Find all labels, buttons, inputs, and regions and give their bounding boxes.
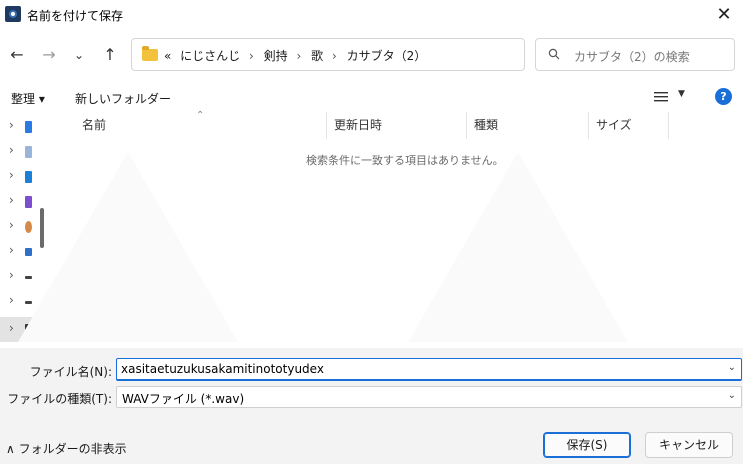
hide-folders-button[interactable]: ∧ フォルダーの非表示 [6,440,127,457]
file-list[interactable]: 名前 ⌃ 更新日時 種類 サイズ 検索条件に一致する項目はありません。 [18,110,743,348]
breadcrumb-separator[interactable]: › [297,49,302,63]
address-bar[interactable]: « にじさんじ › 剣持 › 歌 › カサブタ（2） ⌄ ↻ [131,38,640,72]
breadcrumb-item[interactable]: カサブタ（2） [347,49,427,63]
sort-ascending-icon: ⌃ [196,110,205,121]
folder-icon [142,46,158,61]
recent-locations-button[interactable]: ⌄ [67,44,91,66]
organize-button[interactable]: 整理 ▾ [11,90,45,107]
breadcrumb-overflow[interactable]: « [164,49,171,63]
filetype-select[interactable]: WAVファイル (*.wav) ⌄ [116,386,742,408]
chevron-right-icon[interactable]: › [9,268,14,282]
empty-list-message: 検索条件に一致する項目はありません。 [306,154,504,167]
search-placeholder: カサブタ（2）の検索 [574,50,690,64]
column-header-type[interactable]: 種類 [466,112,588,139]
filetype-value: WAVファイル (*.wav) [122,392,245,406]
forward-button[interactable]: → [37,44,61,66]
up-button[interactable]: ↑ [98,44,122,66]
breadcrumb: « にじさんじ › 剣持 › 歌 › カサブタ（2） [164,47,431,64]
breadcrumb-separator[interactable]: › [249,49,254,63]
close-button[interactable]: ✕ [709,2,739,28]
breadcrumb-separator[interactable]: › [332,49,337,63]
filename-input[interactable] [117,359,707,379]
view-list-icon[interactable] [654,91,668,103]
chevron-right-icon[interactable]: › [9,218,14,232]
background-watermark [408,152,628,342]
column-header-modified[interactable]: 更新日時 [326,112,466,139]
title-bar: 名前を付けて保存 ✕ [0,0,743,30]
filetype-label: ファイルの種類(T): [7,392,112,406]
new-folder-button[interactable]: 新しいフォルダー [75,90,171,107]
breadcrumb-item[interactable]: 剣持 [264,49,288,63]
view-options-caret-icon[interactable]: ▼ [678,89,685,99]
chevron-down-icon[interactable]: ⌄ [728,390,736,401]
filename-label: ファイル名(N): [29,365,112,379]
app-icon [5,6,21,22]
search-input[interactable]: カサブタ（2）の検索 [535,38,735,71]
command-bar: 整理 ▾ 新しいフォルダー ▼ ? [0,84,743,110]
navigation-bar: ← → ⌄ ↑ « にじさんじ › 剣持 › 歌 › カサブタ（2） ⌄ ↻ カ… [0,30,743,80]
search-icon [548,48,560,60]
save-button[interactable]: 保存(S) [543,432,631,458]
nav-pane-item[interactable]: › [0,114,44,139]
help-icon[interactable]: ? [715,88,732,105]
chevron-right-icon[interactable]: › [9,118,14,132]
chevron-right-icon[interactable]: › [9,143,14,157]
background-watermark [18,152,238,342]
chevron-down-icon[interactable]: ⌄ [728,362,736,373]
breadcrumb-item[interactable]: にじさんじ [180,49,240,63]
drive-icon [25,121,32,133]
chevron-right-icon[interactable]: › [9,293,14,307]
save-options-panel: ファイル名(N): ⌄ ファイルの種類(T): WAVファイル (*.wav) … [0,348,743,464]
window-title: 名前を付けて保存 [27,9,124,23]
breadcrumb-item[interactable]: 歌 [311,49,323,63]
chevron-right-icon[interactable]: › [9,168,14,182]
chevron-right-icon[interactable]: › [9,243,14,257]
filename-field[interactable]: ⌄ [116,358,742,381]
chevron-right-icon[interactable]: › [9,321,14,335]
chevron-right-icon[interactable]: › [9,193,14,207]
column-header-size[interactable]: サイズ [588,112,668,139]
column-divider[interactable] [668,112,669,139]
cancel-button[interactable]: キャンセル [645,432,733,458]
back-button[interactable]: ← [5,44,29,66]
